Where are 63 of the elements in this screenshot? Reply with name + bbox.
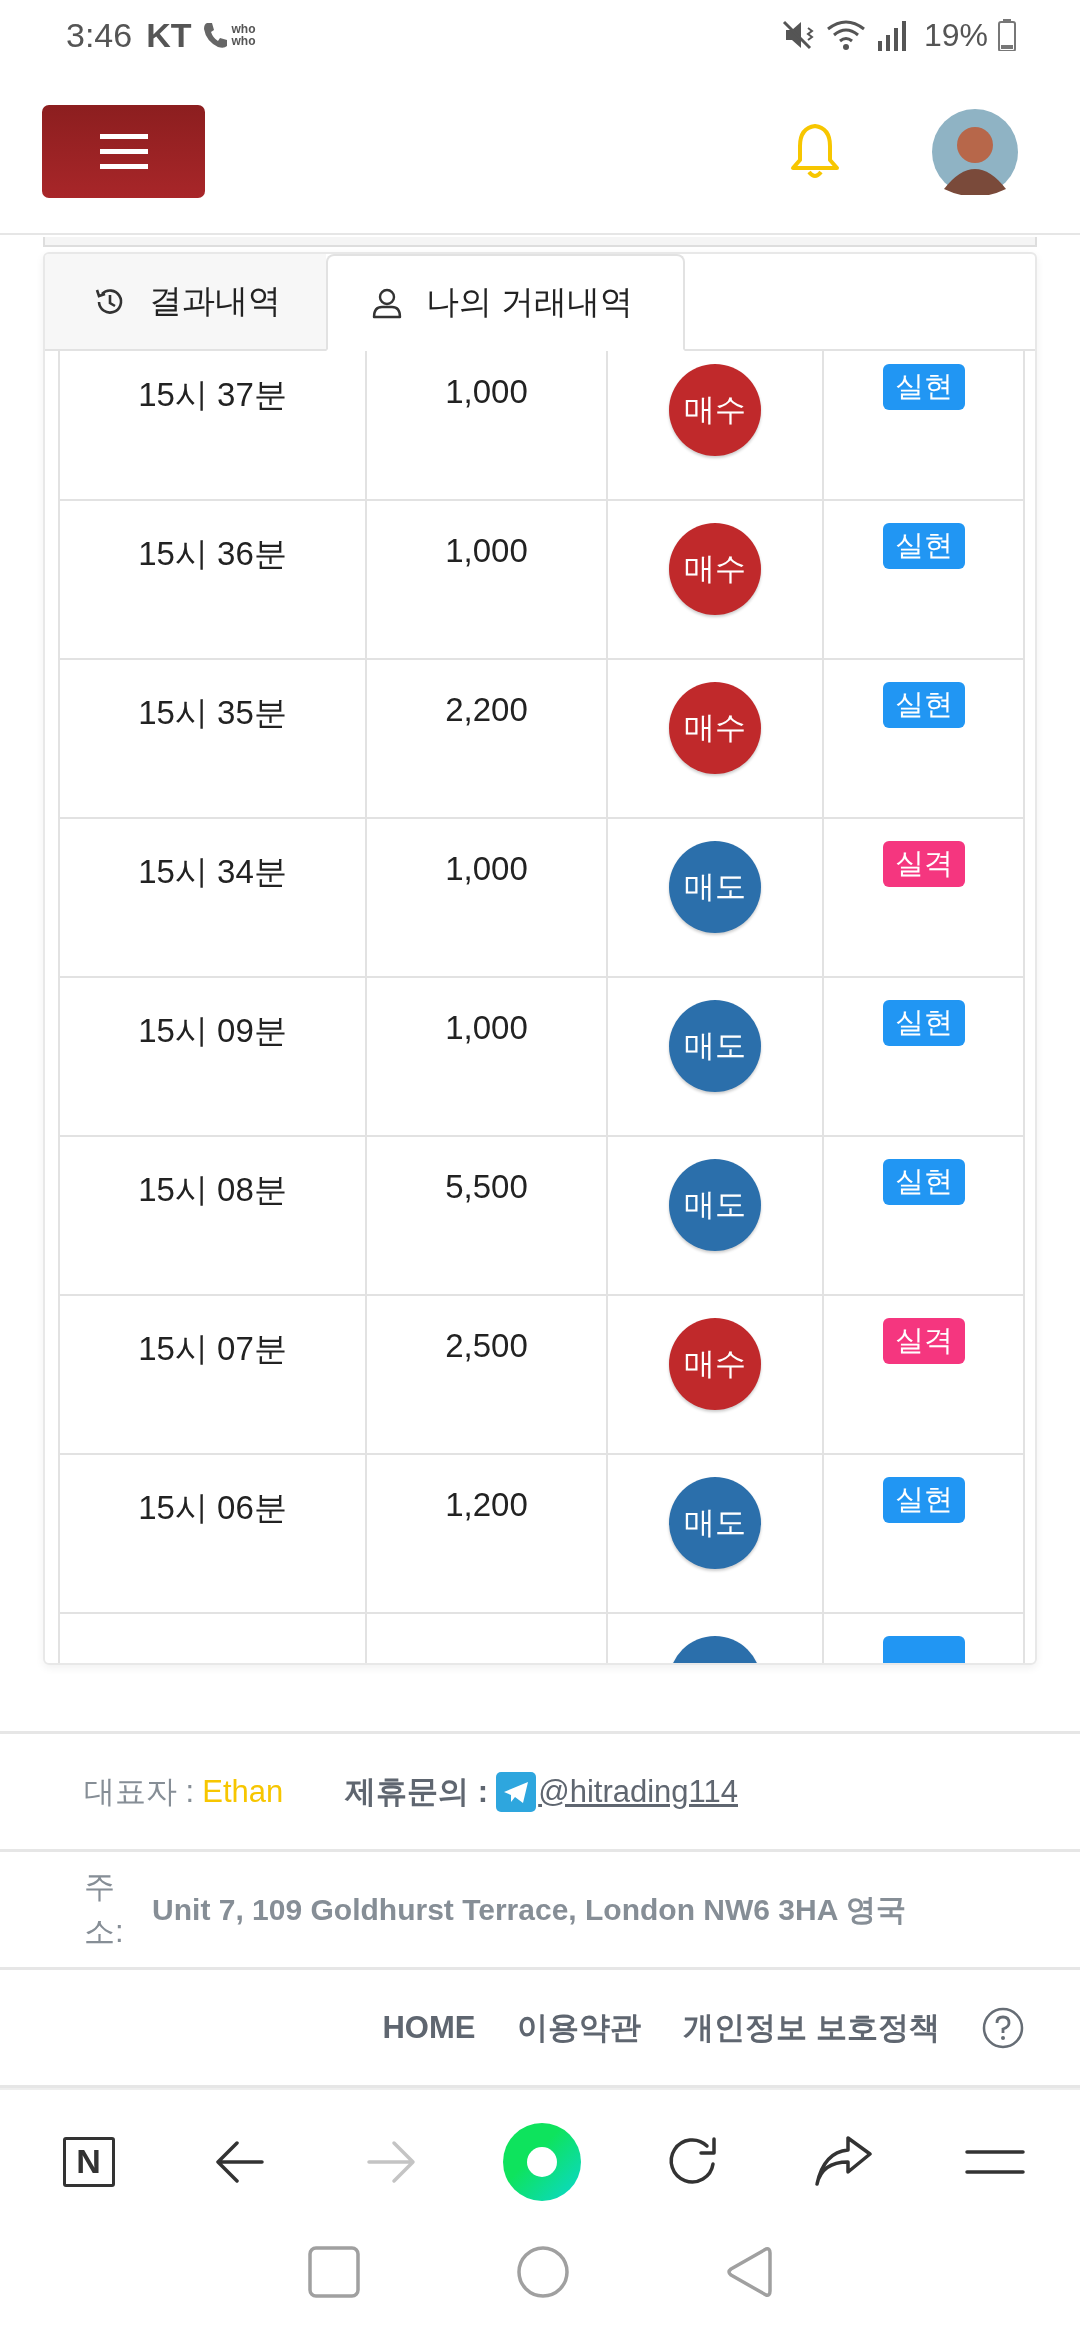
result-tag: 실현 — [882, 682, 965, 728]
address-text: Unit 7, 109 Goldhurst Terrace, London NW6 3HA 영국 — [152, 1891, 906, 1928]
result-tag: 실격 — [882, 841, 965, 887]
home-icon[interactable] — [517, 2245, 569, 2298]
table-cell: 1,200 — [367, 1455, 608, 1614]
table-cell: 15시 35분 — [60, 660, 367, 819]
status-time: 3:46 — [66, 15, 133, 55]
result-tag: 실현 — [882, 1477, 965, 1523]
trade-side-badge: 매도 — [669, 841, 761, 933]
table-cell: 5,500 — [367, 1137, 608, 1296]
wifi-icon — [825, 19, 866, 51]
trade-side-badge: 매수 — [669, 364, 761, 456]
back-icon[interactable] — [214, 2138, 265, 2185]
menu-icon[interactable] — [964, 2148, 1025, 2175]
table-cell: 15시 34분 — [60, 819, 367, 978]
trade-side-badge: 매수 — [669, 1318, 761, 1410]
ceo-label: 대표자 : — [84, 1772, 195, 1811]
phone-icon — [201, 21, 228, 49]
result-tag: 실현 — [882, 1000, 965, 1046]
help-icon[interactable] — [982, 2006, 1024, 2049]
battery-icon — [998, 19, 1016, 51]
menu-button[interactable] — [42, 105, 205, 198]
contact-label: 제휴문의 : — [345, 1772, 489, 1811]
table-cell: 1,000 — [367, 978, 608, 1137]
battery-percent: 19% — [923, 16, 988, 54]
table-cell: 1,000 — [367, 819, 608, 978]
telegram-icon — [496, 1771, 537, 1812]
table-cell: 15시 08분 — [60, 1137, 367, 1296]
carrier-name: KT — [146, 15, 192, 55]
trade-side-badge: 매도 — [669, 1477, 761, 1569]
table-cell: 15시 06분 — [60, 1455, 367, 1614]
trade-side-badge: 매도 — [669, 1000, 761, 1092]
result-tag: 실현 — [882, 1159, 965, 1205]
table-cell: 15시 37분 — [60, 351, 367, 501]
ceo-name: Ethan — [202, 1773, 284, 1810]
recent-apps-icon[interactable] — [308, 2245, 361, 2298]
table-cell: 2,200 — [367, 660, 608, 819]
browser-logo[interactable]: N — [62, 2136, 115, 2187]
trade-side-badge: 매수 — [669, 682, 761, 774]
menu-icon — [99, 133, 148, 170]
app-label: who who — [231, 23, 256, 47]
table-cell: 15시 09분 — [60, 978, 367, 1137]
footer-link[interactable]: 이용약관 — [517, 2006, 642, 2049]
back-nav-icon[interactable] — [725, 2245, 772, 2298]
trade-side-badge: 매수 — [669, 523, 761, 615]
trade-side-badge: 매도 — [669, 1159, 761, 1251]
avatar[interactable] — [932, 108, 1018, 195]
result-tag: 실격 — [882, 1318, 965, 1364]
footer-link[interactable]: 개인정보 보호정책 — [683, 2006, 940, 2049]
result-tag: 실현 — [882, 364, 965, 410]
share-icon[interactable] — [813, 2135, 874, 2188]
table-cell: 15시 36분 — [60, 501, 367, 660]
mute-icon — [781, 20, 816, 50]
table-cell: 15시 07분 — [60, 1296, 367, 1455]
footer-link[interactable]: HOME — [382, 2009, 476, 2046]
table-cell: 1,000 — [367, 501, 608, 660]
tab[interactable]: 나의 거래내역 — [326, 254, 686, 351]
tab[interactable]: 결과내역 — [45, 254, 326, 351]
address-label: 주소: — [84, 1867, 119, 1951]
table-cell: 1,000 — [367, 351, 608, 501]
result-tag: 실현 — [882, 523, 965, 569]
contact-link[interactable]: @hitrading114 — [538, 1773, 738, 1810]
table-cell: 2,500 — [367, 1296, 608, 1455]
